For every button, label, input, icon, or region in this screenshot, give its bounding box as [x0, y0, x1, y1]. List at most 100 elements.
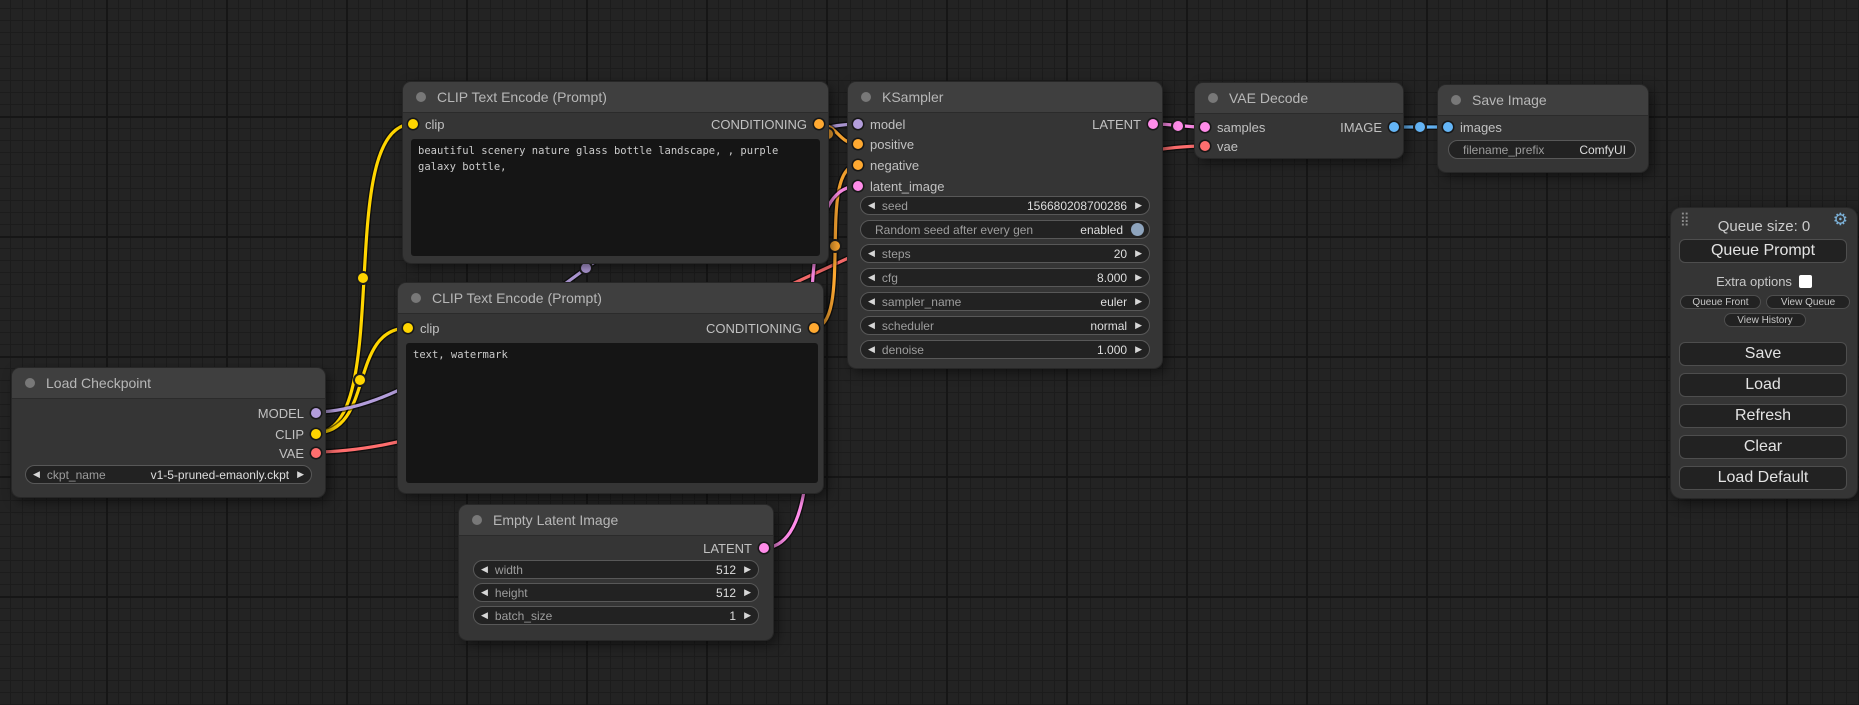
increment-icon[interactable]: ▶	[1135, 249, 1142, 258]
image-output-dot[interactable]	[1389, 122, 1399, 132]
clip-input-dot[interactable]	[408, 119, 418, 129]
queue-prompt-button[interactable]: Queue Prompt	[1679, 239, 1847, 263]
node-clip-text-encode-positive[interactable]: CLIP Text Encode (Prompt) clip CONDITION…	[403, 82, 828, 263]
next-value-icon[interactable]: ▶	[1135, 321, 1142, 330]
vae-input-dot[interactable]	[1200, 141, 1210, 151]
collapse-dot-icon[interactable]	[1208, 93, 1218, 103]
save-button[interactable]: Save	[1679, 342, 1847, 366]
node-ksampler[interactable]: KSampler model positive negative latent_…	[848, 82, 1162, 368]
prev-value-icon[interactable]: ◀	[33, 470, 40, 479]
widget-label: scheduler	[882, 319, 934, 333]
widget-width[interactable]: ◀ width 512 ▶	[473, 560, 759, 579]
node-title-bar[interactable]: KSampler	[848, 82, 1162, 113]
increment-icon[interactable]: ▶	[744, 611, 751, 620]
collapse-dot-icon[interactable]	[861, 92, 871, 102]
widget-label: seed	[882, 199, 908, 213]
positive-prompt-textarea[interactable]: beautiful scenery nature glass bottle la…	[411, 139, 820, 256]
model-output-dot[interactable]	[311, 408, 321, 418]
widget-height[interactable]: ◀ height 512 ▶	[473, 583, 759, 602]
collapse-dot-icon[interactable]	[416, 92, 426, 102]
node-load-checkpoint[interactable]: Load Checkpoint MODEL CLIP VAE ◀ ckpt_na…	[12, 368, 325, 497]
load-default-button[interactable]: Load Default	[1679, 466, 1847, 490]
extra-options-checkbox[interactable]	[1799, 275, 1812, 288]
collapse-dot-icon[interactable]	[25, 378, 35, 388]
clear-button[interactable]: Clear	[1679, 435, 1847, 459]
toggle-icon[interactable]	[1131, 223, 1144, 236]
next-value-icon[interactable]: ▶	[297, 470, 304, 479]
next-value-icon[interactable]: ▶	[1135, 297, 1142, 306]
output-slot-vae: VAE	[279, 443, 321, 463]
negative-prompt-textarea[interactable]: text, watermark	[406, 343, 818, 483]
node-title-bar[interactable]: Empty Latent Image	[459, 505, 773, 536]
increment-icon[interactable]: ▶	[744, 565, 751, 574]
positive-input-dot[interactable]	[853, 139, 863, 149]
widget-batch-size[interactable]: ◀ batch_size 1 ▶	[473, 606, 759, 625]
decrement-icon[interactable]: ◀	[481, 588, 488, 597]
view-history-button[interactable]: View History	[1724, 313, 1806, 327]
clip-input-dot[interactable]	[403, 323, 413, 333]
node-vae-decode[interactable]: VAE Decode samples vae IMAGE	[1195, 83, 1403, 158]
conditioning-output-dot[interactable]	[809, 323, 819, 333]
increment-icon[interactable]: ▶	[1135, 201, 1142, 210]
latent-image-input-dot[interactable]	[853, 181, 863, 191]
slot-label: IMAGE	[1340, 120, 1382, 135]
slot-label: latent_image	[870, 179, 944, 194]
increment-icon[interactable]: ▶	[744, 588, 751, 597]
widget-ckpt-name[interactable]: ◀ ckpt_name v1-5-pruned-emaonly.ckpt ▶	[25, 465, 312, 484]
widget-random-seed-toggle[interactable]: Random seed after every gen enabled	[860, 220, 1150, 239]
widget-cfg[interactable]: ◀ cfg 8.000 ▶	[860, 268, 1150, 287]
node-title-bar[interactable]: Load Checkpoint	[12, 368, 325, 399]
slot-label: negative	[870, 158, 919, 173]
widget-steps[interactable]: ◀ steps 20 ▶	[860, 244, 1150, 263]
node-title: Load Checkpoint	[46, 375, 151, 391]
latent-output-dot[interactable]	[759, 543, 769, 553]
node-title-bar[interactable]: CLIP Text Encode (Prompt)	[403, 82, 828, 113]
widget-seed[interactable]: ◀ seed 156680208700286 ▶	[860, 196, 1150, 215]
node-clip-text-encode-negative[interactable]: CLIP Text Encode (Prompt) clip CONDITION…	[398, 283, 823, 493]
widget-value: 512	[716, 563, 736, 577]
prev-value-icon[interactable]: ◀	[868, 297, 875, 306]
decrement-icon[interactable]: ◀	[481, 611, 488, 620]
widget-scheduler[interactable]: ◀ scheduler normal ▶	[860, 316, 1150, 335]
conditioning-output-dot[interactable]	[814, 119, 824, 129]
load-button[interactable]: Load	[1679, 373, 1847, 397]
decrement-icon[interactable]: ◀	[481, 565, 488, 574]
decrement-icon[interactable]: ◀	[868, 273, 875, 282]
model-input-dot[interactable]	[853, 119, 863, 129]
increment-icon[interactable]: ▶	[1135, 273, 1142, 282]
view-queue-button[interactable]: View Queue	[1766, 295, 1850, 309]
collapse-dot-icon[interactable]	[1451, 95, 1461, 105]
node-title: CLIP Text Encode (Prompt)	[437, 89, 607, 105]
increment-icon[interactable]: ▶	[1135, 345, 1142, 354]
negative-input-dot[interactable]	[853, 160, 863, 170]
widget-value: 1.000	[1097, 343, 1127, 357]
prev-value-icon[interactable]: ◀	[868, 321, 875, 330]
widget-filename-prefix[interactable]: filename_prefix ComfyUI	[1448, 140, 1636, 159]
input-slot-images: images	[1443, 117, 1502, 137]
widget-label: Random seed after every gen	[875, 223, 1033, 237]
node-save-image[interactable]: Save Image images filename_prefix ComfyU…	[1438, 85, 1648, 172]
slot-label: CONDITIONING	[706, 321, 802, 336]
vae-output-dot[interactable]	[311, 448, 321, 458]
node-empty-latent-image[interactable]: Empty Latent Image LATENT ◀ width 512 ▶ …	[459, 505, 773, 640]
settings-gear-icon[interactable]: ⚙	[1833, 211, 1848, 228]
decrement-icon[interactable]: ◀	[868, 201, 875, 210]
graph-canvas[interactable]: Load Checkpoint MODEL CLIP VAE ◀ ckpt_na…	[0, 0, 1859, 705]
node-title-bar[interactable]: VAE Decode	[1195, 83, 1403, 114]
collapse-dot-icon[interactable]	[472, 515, 482, 525]
latent-output-dot[interactable]	[1148, 119, 1158, 129]
decrement-icon[interactable]: ◀	[868, 249, 875, 258]
refresh-button[interactable]: Refresh	[1679, 404, 1847, 428]
clip-output-dot[interactable]	[311, 429, 321, 439]
queue-front-button[interactable]: Queue Front	[1680, 295, 1761, 309]
slot-label: clip	[420, 321, 440, 336]
widget-sampler-name[interactable]: ◀ sampler_name euler ▶	[860, 292, 1150, 311]
images-input-dot[interactable]	[1443, 122, 1453, 132]
collapse-dot-icon[interactable]	[411, 293, 421, 303]
node-title: Save Image	[1472, 92, 1547, 108]
decrement-icon[interactable]: ◀	[868, 345, 875, 354]
samples-input-dot[interactable]	[1200, 122, 1210, 132]
widget-denoise[interactable]: ◀ denoise 1.000 ▶	[860, 340, 1150, 359]
node-title-bar[interactable]: Save Image	[1438, 85, 1648, 116]
node-title-bar[interactable]: CLIP Text Encode (Prompt)	[398, 283, 823, 314]
